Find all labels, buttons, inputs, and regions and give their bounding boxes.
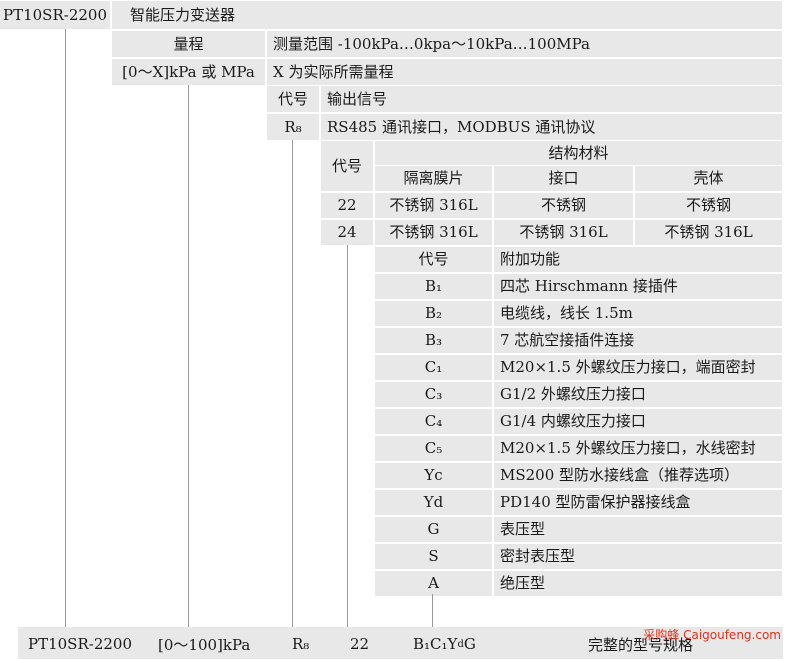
connector-line-model (65, 29, 66, 627)
material-row-code: 22 (321, 193, 373, 218)
extras-row-code: C₄ (375, 409, 492, 434)
extras-row-code: Yd (375, 490, 492, 515)
connector-line-material (347, 245, 348, 627)
extras-row-desc: 7 芯航空接插件连接 (494, 328, 782, 353)
extras-header-code: 代号 (375, 247, 492, 272)
extras-row-code: G (375, 517, 492, 542)
extras-row-desc: MS200 型防水接线盒（推荐选项） (494, 463, 782, 488)
extras-row-code: C₁ (375, 355, 492, 380)
extras-row-code: S (375, 544, 492, 569)
example-model: PT10SR-2200 (28, 635, 132, 653)
extras-row-code: Yc (375, 463, 492, 488)
extras-row-code: B₂ (375, 301, 492, 326)
output-header-desc: 输出信号 (321, 86, 782, 112)
range-desc: 测量范围 -100kPa…0kpa～10kPa…100MPa (267, 31, 782, 57)
extras-row-code: C₅ (375, 436, 492, 461)
connector-line-range (188, 85, 189, 627)
model-code: PT10SR-2200 (0, 1, 110, 29)
example-range: [0～100]kPa (158, 635, 251, 654)
material-row-code: 24 (321, 220, 373, 245)
material-row-cell: 不锈钢 316L (375, 193, 492, 218)
material-row-cell: 不锈钢 316L (494, 220, 633, 245)
extras-row-desc: 表压型 (494, 517, 782, 542)
extras-row-desc: 绝压型 (494, 571, 782, 596)
example-extras: B₁C₁Y d G (413, 635, 476, 653)
example-material: 22 (350, 635, 370, 653)
extras-row-desc: M20×1.5 外螺纹压力接口，端面密封 (494, 355, 782, 380)
extras-row-code: B₃ (375, 328, 492, 353)
connector-line-output (292, 140, 293, 627)
output-desc: RS485 通讯接口，MODBUS 通讯协议 (321, 114, 782, 140)
extras-row-desc: M20×1.5 外螺纹压力接口，水线密封 (494, 436, 782, 461)
material-header-code: 代号 (321, 141, 373, 191)
extras-row-desc: G1/4 内螺纹压力接口 (494, 409, 782, 434)
material-row-cell: 不锈钢 (494, 193, 633, 218)
extras-row-desc: 四芯 Hirschmann 接插件 (494, 274, 782, 299)
range-label: 量程 (112, 31, 265, 57)
material-col-diaphragm: 隔离膜片 (375, 166, 492, 191)
material-row-cell: 不锈钢 316L (375, 220, 492, 245)
output-header-code: 代号 (267, 86, 319, 112)
extras-row-code: B₁ (375, 274, 492, 299)
extras-header-desc: 附加功能 (494, 247, 782, 272)
material-group-title: 结构材料 (375, 141, 782, 165)
range-code: [0～X]kPa 或 MPa (112, 59, 265, 85)
example-output: R₈ (292, 635, 310, 653)
material-col-connector: 接口 (494, 166, 633, 191)
extras-row-code: A (375, 571, 492, 596)
watermark-text: 采购蜂 Caigoufeng.com (643, 628, 781, 642)
connector-line-extras (432, 594, 433, 627)
extras-row-desc: 电缆线，线长 1.5m (494, 301, 782, 326)
extras-row-desc: 密封表压型 (494, 544, 782, 569)
extras-row-code: C₃ (375, 382, 492, 407)
material-row-cell: 不锈钢 (635, 193, 782, 218)
material-col-housing: 壳体 (635, 166, 782, 191)
model-name: 智能压力变送器 (112, 1, 782, 29)
extras-row-desc: G1/2 外螺纹压力接口 (494, 382, 782, 407)
extras-row-desc: PD140 型防雷保护器接线盒 (494, 490, 782, 515)
range-code-desc: X 为实际所需量程 (267, 59, 782, 85)
output-code: R₈ (267, 114, 319, 140)
material-row-cell: 不锈钢 316L (635, 220, 782, 245)
